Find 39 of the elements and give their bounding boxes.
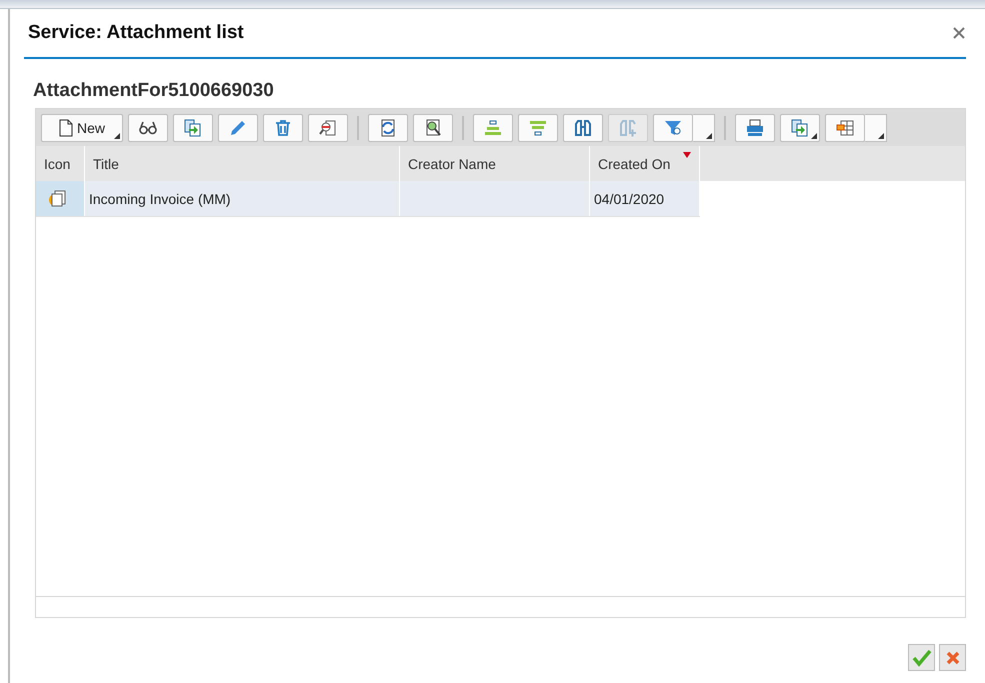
dropdown-corner-icon — [811, 132, 817, 138]
cancel-button[interactable] — [939, 644, 966, 671]
dialog-title: Service: Attachment list — [27, 22, 244, 44]
row-selector[interactable] — [36, 181, 85, 216]
table-cell: 04/01/2020 — [590, 181, 700, 216]
toolbar-button[interactable] — [368, 114, 408, 142]
toolbar-button[interactable] — [413, 114, 453, 142]
table-cell: Incoming Invoice (MM) — [85, 181, 400, 216]
dropdown-button[interactable] — [865, 114, 887, 142]
export-icon — [183, 118, 203, 138]
export-icon — [790, 118, 810, 138]
new-button[interactable]: New — [41, 114, 123, 142]
toolbar-button[interactable] — [825, 114, 865, 142]
document-search-icon — [318, 118, 338, 138]
toolbar-button[interactable] — [735, 114, 775, 142]
close-icon — [952, 26, 966, 40]
table-row[interactable]: Incoming Invoice (MM) 04/01/2020 — [36, 181, 700, 217]
attachment-icon — [48, 188, 68, 208]
close-icon — [946, 650, 960, 664]
toolbar-button[interactable] — [563, 114, 603, 142]
document-icon — [58, 118, 73, 136]
binoculars-icon — [618, 118, 638, 138]
printer-icon — [745, 118, 765, 138]
toolbar-button[interactable] — [173, 114, 213, 142]
dropdown-corner-icon — [114, 132, 120, 138]
trash-icon — [273, 118, 293, 138]
dropdown-corner-icon — [706, 132, 712, 138]
dropdown-button[interactable] — [693, 114, 715, 142]
binoculars-icon — [573, 118, 593, 138]
sort-ascending-icon — [483, 118, 503, 138]
table-layout-icon — [835, 118, 855, 138]
checkmark-icon — [912, 648, 932, 666]
toolbar-button[interactable] — [308, 114, 348, 142]
toolbar-button[interactable] — [263, 114, 303, 142]
toolbar-button[interactable] — [128, 114, 168, 142]
attachment-heading: AttachmentFor5100669030 — [33, 80, 275, 102]
toolbar-button[interactable] — [780, 114, 820, 142]
dropdown-corner-icon — [878, 132, 884, 138]
sort-indicator-icon — [683, 152, 691, 158]
